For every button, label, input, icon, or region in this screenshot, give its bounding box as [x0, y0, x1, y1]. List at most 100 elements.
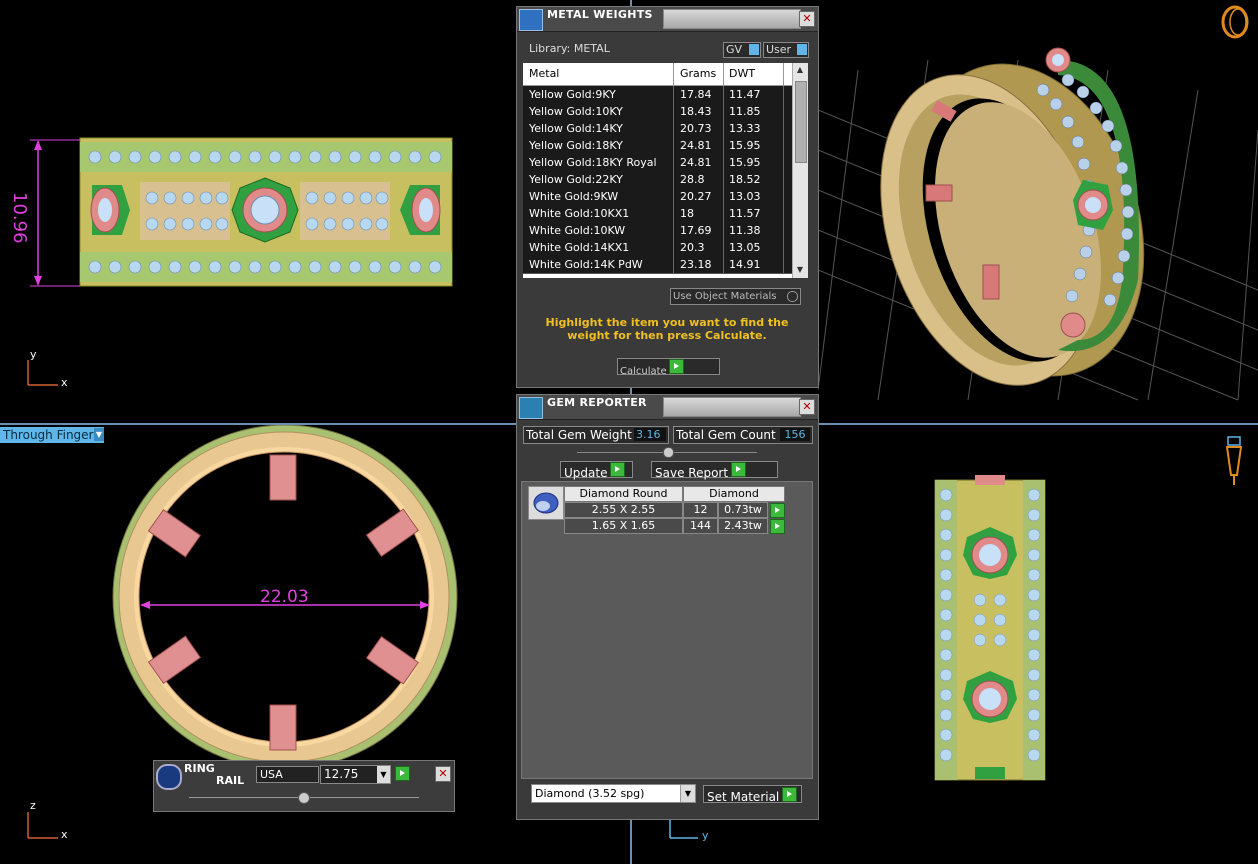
gv-toggle[interactable]: GV: [723, 42, 761, 58]
cell-dwt: 11.38: [729, 224, 761, 237]
total-gem-count-box: Total Gem Count 156: [673, 426, 813, 444]
axis-y-label-bottom: y: [702, 829, 709, 842]
column-header-grams[interactable]: Grams: [680, 67, 716, 80]
titlebar-fill: [663, 397, 801, 417]
cell-dwt: 13.05: [729, 241, 761, 254]
gem-reporter-titlebar[interactable]: GEM REPORTER ✕: [517, 395, 818, 420]
table-row[interactable]: White Gold:14KX1 20.3 13.05: [523, 239, 793, 257]
gem-reporter-icon: [519, 397, 543, 419]
scroll-up-icon[interactable]: ▲: [795, 65, 805, 75]
table-row[interactable]: Yellow Gold:14KY 20.73 13.33: [523, 120, 793, 138]
gem-count: 144: [683, 518, 718, 534]
cell-dwt: 11.85: [729, 105, 761, 118]
metal-table-scrollbar[interactable]: ▲ ▼: [792, 63, 808, 278]
use-object-materials-toggle[interactable]: Use Object Materials: [670, 288, 801, 305]
table-row[interactable]: White Gold:9KW 20.27 13.03: [523, 188, 793, 206]
gem-row-select-button[interactable]: [770, 519, 785, 534]
axis-y-label: y: [30, 348, 37, 361]
gem-material-select[interactable]: Diamond (3.52 spg) ▼: [531, 784, 696, 803]
calculate-button[interactable]: Calculate: [617, 358, 720, 377]
cell-metal: White Gold:10KX1: [529, 207, 630, 220]
metal-weights-titlebar[interactable]: METAL WEIGHTS ✕: [517, 7, 818, 32]
pin-tool-icon[interactable]: [1222, 435, 1246, 487]
total-gem-count-label: Total Gem Count: [676, 428, 776, 442]
user-toggle[interactable]: User: [763, 42, 809, 58]
cell-metal: Yellow Gold:18KY: [529, 139, 623, 152]
scroll-down-icon[interactable]: ▼: [795, 265, 805, 275]
splitter-handle[interactable]: [663, 447, 674, 458]
gem-row-select-button[interactable]: [770, 503, 785, 518]
radio-indicator-icon: [787, 291, 798, 302]
cell-grams: 24.81: [680, 139, 712, 152]
gem-count: 12: [683, 502, 718, 518]
column-header-metal[interactable]: Metal: [529, 67, 559, 80]
chevron-down-icon: ▼: [680, 785, 695, 802]
table-row[interactable]: White Gold:10KW 17.69 11.38: [523, 222, 793, 240]
table-row[interactable]: Yellow Gold:18KY Royal 24.81 15.95: [523, 154, 793, 172]
cell-metal: White Gold:14KX1: [529, 241, 630, 254]
cell-grams: 18.43: [680, 105, 712, 118]
cell-dwt: 13.03: [729, 190, 761, 203]
gem-weight: 2.43tw: [718, 518, 768, 534]
ring-rail-slider-handle[interactable]: [298, 792, 310, 804]
cell-grams: 20.3: [680, 241, 705, 254]
cell-dwt: 13.33: [729, 122, 761, 135]
metal-weights-dialog: METAL WEIGHTS ✕ Library: METAL GV User M…: [516, 6, 819, 388]
axis-x-label: x: [61, 376, 68, 389]
ring-front-view: [30, 137, 453, 287]
cell-dwt: 15.95: [729, 139, 761, 152]
cell-grams: 23.18: [680, 258, 712, 271]
gem-header-shape: Diamond Round: [564, 486, 683, 502]
metal-weights-close-button[interactable]: ✕: [799, 11, 815, 27]
update-button[interactable]: Update: [560, 461, 633, 480]
total-gem-weight-value: 3.16: [634, 428, 666, 441]
chevron-down-icon: ▼: [377, 766, 390, 783]
ring-rail-apply-button[interactable]: [395, 766, 410, 784]
user-indicator-icon: [797, 44, 807, 55]
cell-dwt: 11.57: [729, 207, 761, 220]
table-row[interactable]: White Gold:10KX1 18 11.57: [523, 205, 793, 223]
table-row[interactable]: Yellow Gold:22KY 28.8 18.52: [523, 171, 793, 189]
ring-object-icon[interactable]: [1218, 2, 1252, 40]
save-report-button[interactable]: Save Report: [651, 461, 778, 480]
arrow-right-icon: [395, 766, 410, 781]
set-material-button[interactable]: Set Material: [703, 785, 802, 804]
cell-dwt: 18.52: [729, 173, 761, 186]
gv-indicator-icon: [749, 44, 759, 55]
gem-shape-thumbnail[interactable]: [528, 486, 564, 520]
diameter-dimension-label: 22.03: [260, 587, 309, 607]
total-gem-weight-box: Total Gem Weight 3.16: [523, 426, 669, 444]
gem-header-material: Diamond: [683, 486, 785, 502]
arrow-right-icon: [782, 787, 798, 802]
region-select[interactable]: USA: [256, 766, 319, 783]
use-object-materials-label: Use Object Materials: [673, 291, 777, 302]
column-header-dwt[interactable]: DWT: [729, 67, 755, 80]
table-row[interactable]: White Gold:14K PdW 23.18 14.91: [523, 256, 793, 274]
ring-side-view: [934, 475, 1046, 781]
ring-rail-close-button[interactable]: ✕: [435, 766, 451, 782]
arrow-right-icon: [730, 462, 746, 477]
cell-dwt: 11.47: [729, 88, 761, 101]
cell-metal: White Gold:9KW: [529, 190, 619, 203]
cell-metal: Yellow Gold:9KY: [529, 88, 616, 101]
gem-reporter-close-button[interactable]: ✕: [799, 399, 815, 415]
ring-size-select[interactable]: 12.75 ▼: [320, 765, 391, 784]
user-label: User: [766, 43, 792, 56]
table-row[interactable]: Yellow Gold:18KY 24.81 15.95: [523, 137, 793, 155]
table-row[interactable]: Yellow Gold:10KY 18.43 11.85: [523, 103, 793, 121]
arrow-right-icon: [610, 462, 626, 477]
cell-grams: 17.69: [680, 224, 712, 237]
ring-size-value: 12.75: [324, 767, 359, 781]
table-row[interactable]: Yellow Gold:9KY 17.84 11.47: [523, 86, 793, 104]
scroll-thumb[interactable]: [795, 81, 807, 163]
set-material-label: Set Material: [707, 790, 780, 804]
ring-rail-panel: RING RAIL USA 12.75 ▼ ✕: [153, 760, 455, 812]
gem-list-panel: Diamond Round Diamond 2.55 X 2.55 12 0.73t…: [521, 481, 813, 779]
cell-dwt: 15.95: [729, 156, 761, 169]
save-report-label: Save Report: [655, 466, 729, 480]
view-mode-dropdown[interactable]: Through Finger ▼: [0, 427, 104, 443]
axis-x-label-bottom: x: [61, 828, 68, 841]
view-mode-label: Through Finger: [3, 428, 94, 442]
cell-grams: 17.84: [680, 88, 712, 101]
total-gem-weight-label: Total Gem Weight: [526, 428, 632, 442]
